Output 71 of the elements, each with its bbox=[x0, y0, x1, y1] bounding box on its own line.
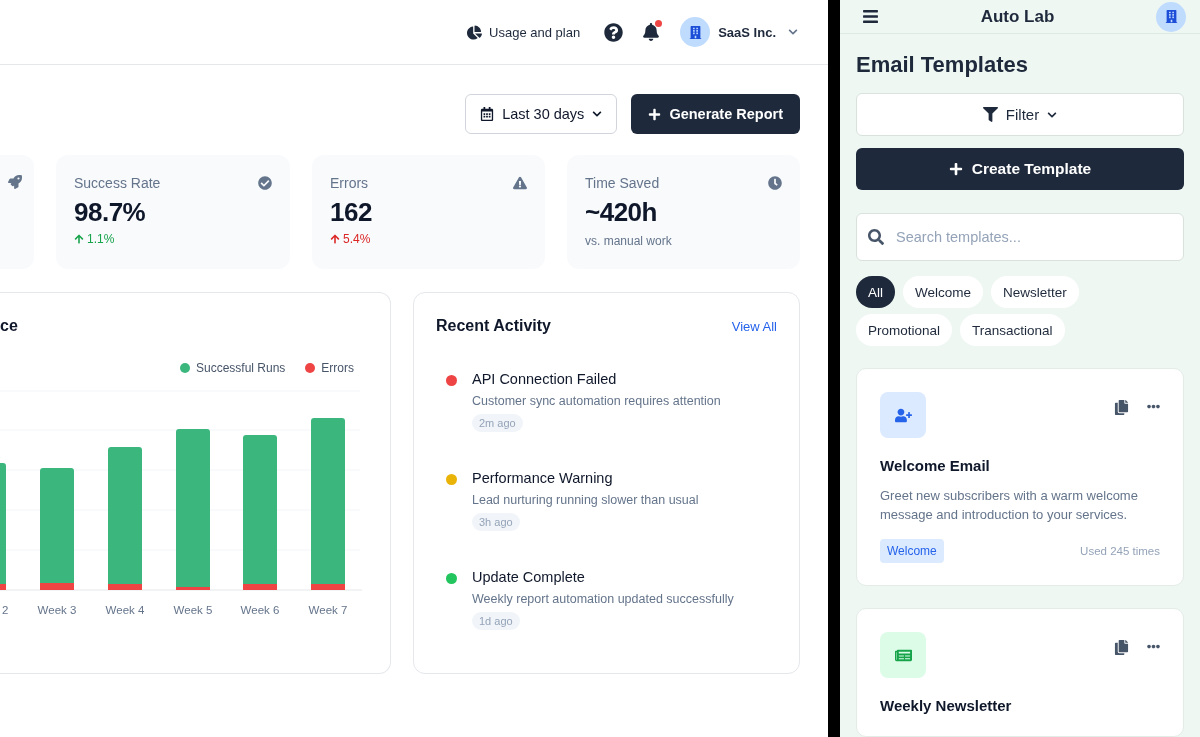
template-title: Welcome Email bbox=[880, 457, 991, 474]
chevron-icon bbox=[592, 109, 603, 119]
page-title: Email Templates bbox=[856, 52, 1029, 78]
app-title: Auto Lab bbox=[980, 6, 1055, 27]
arrow-up-icon bbox=[330, 234, 340, 244]
stat-value: 98.7% bbox=[74, 197, 147, 228]
stat-label: Time Saved bbox=[585, 175, 660, 191]
legend-item: Errors bbox=[305, 361, 354, 375]
filter-button[interactable]: Filter bbox=[856, 93, 1184, 136]
notifications-button[interactable] bbox=[640, 21, 663, 43]
menu-button[interactable] bbox=[862, 8, 879, 25]
filter-icon bbox=[982, 107, 998, 122]
activity-description: Weekly report automation updated successfully bbox=[472, 592, 734, 606]
stat-change: 1.1% bbox=[74, 232, 272, 246]
stat-label: Success Rate bbox=[74, 175, 161, 191]
calendar-icon bbox=[480, 107, 495, 121]
time-badge: 3h ago bbox=[472, 513, 520, 531]
template-description: Greet new subscribers with a warm welcome message and introduction to your services. bbox=[880, 487, 1139, 524]
time-badge: 2m ago bbox=[472, 414, 523, 432]
arrow-up-icon bbox=[74, 234, 84, 244]
chevron-icon bbox=[1047, 109, 1058, 120]
account-menu[interactable]: SaaS Inc. bbox=[680, 17, 798, 47]
clock-icon bbox=[768, 176, 782, 190]
activity-title-text: Update Complete bbox=[472, 569, 585, 585]
usage-count: Used 245 times bbox=[1080, 545, 1160, 557]
activity-description: Customer sync automation requires attention bbox=[472, 394, 721, 408]
chevron-icon bbox=[788, 27, 798, 37]
date-range-button[interactable]: Last 30 days bbox=[465, 94, 618, 134]
pie-chart-icon bbox=[467, 24, 483, 40]
warning-icon bbox=[513, 176, 527, 190]
user-plus-icon bbox=[880, 392, 926, 438]
plus-icon bbox=[948, 162, 963, 176]
template-title: Weekly Newsletter bbox=[880, 697, 1013, 714]
axis-label: Week 5 bbox=[173, 604, 213, 616]
axis-label: Week 4 bbox=[105, 604, 145, 616]
create-template-button[interactable]: Create Template bbox=[856, 148, 1184, 190]
filter-chip[interactable]: All bbox=[856, 276, 895, 308]
axis-label: Week 3 bbox=[37, 604, 77, 616]
plus-icon bbox=[648, 107, 662, 121]
axis-label: Week 6 bbox=[240, 604, 280, 616]
activity-description: Lead nurturing running slower than usual bbox=[472, 493, 699, 507]
search-field[interactable]: Search templates... bbox=[856, 213, 1184, 261]
activity-title-text: Performance Warning bbox=[472, 470, 613, 486]
activity-title-text: API Connection Failed bbox=[472, 371, 617, 387]
activity-title: Recent Activity bbox=[436, 317, 551, 335]
time-badge: 1d ago bbox=[472, 612, 520, 630]
template-tag: Welcome bbox=[880, 539, 944, 563]
stat-value: ~420h bbox=[585, 197, 658, 228]
copy-button[interactable] bbox=[1114, 640, 1129, 655]
filter-chip[interactable]: Newsletter bbox=[991, 276, 1079, 308]
stat-change: 5.4% bbox=[330, 232, 527, 246]
building-icon[interactable] bbox=[1156, 1, 1186, 32]
filter-chip[interactable]: Welcome bbox=[903, 276, 984, 308]
usage-link[interactable]: Usage and plan bbox=[467, 24, 581, 40]
stat-label: Errors bbox=[330, 175, 369, 191]
filter-chip[interactable]: Promotional bbox=[856, 314, 953, 346]
axis-label: Week 7 bbox=[308, 604, 348, 616]
legend-item: Successful Runs bbox=[179, 361, 286, 375]
generate-report-button[interactable]: Generate Report bbox=[631, 94, 800, 134]
view-all-link[interactable]: View All bbox=[731, 318, 777, 334]
help-button[interactable] bbox=[602, 21, 625, 43]
chart-title: ce bbox=[0, 317, 18, 334]
stat-value: 162 bbox=[330, 197, 373, 228]
copy-button[interactable] bbox=[1114, 400, 1129, 415]
axis-label: 2 bbox=[2, 604, 9, 616]
building-icon bbox=[680, 17, 711, 47]
newspaper-icon bbox=[880, 632, 926, 678]
stat-note: vs. manual work bbox=[585, 234, 673, 248]
rocket-icon bbox=[8, 175, 22, 189]
search-icon bbox=[868, 229, 884, 245]
filter-chip[interactable]: Transactional bbox=[960, 314, 1065, 346]
